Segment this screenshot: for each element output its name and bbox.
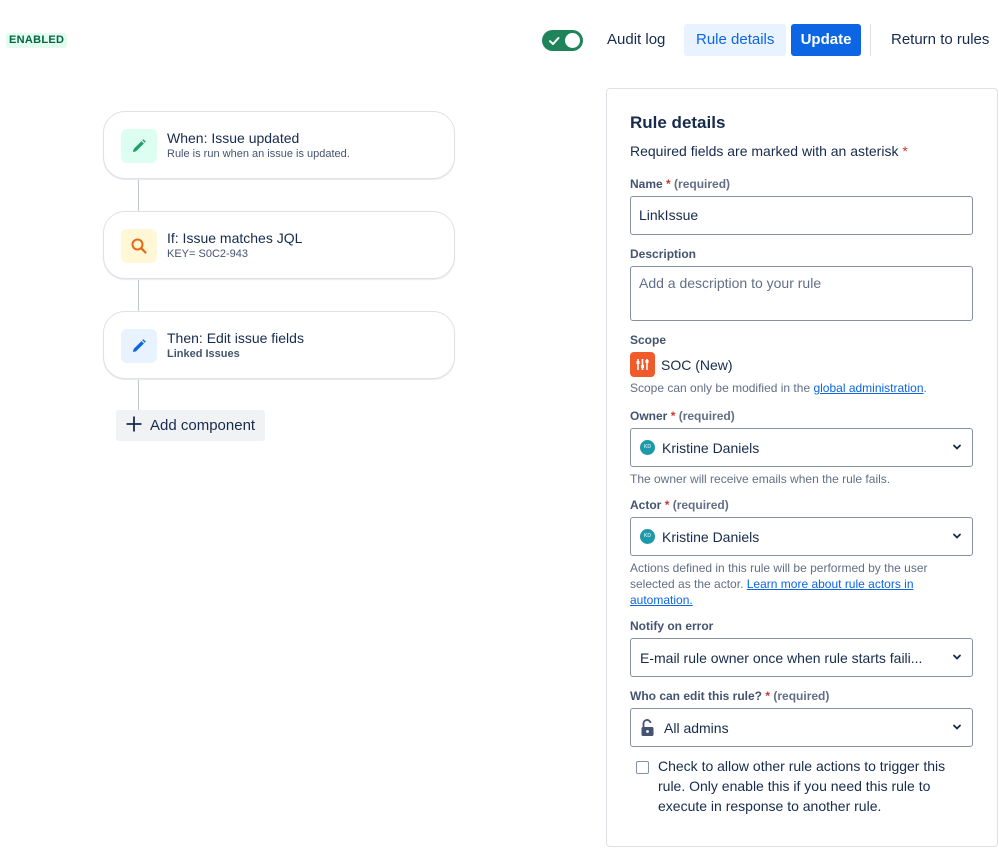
description-textarea[interactable]: Add a description to your rule [630, 266, 973, 321]
actor-label-text: Actor [630, 498, 662, 512]
plus-icon [125, 415, 143, 437]
asterisk: * [765, 689, 771, 703]
action-card[interactable]: Then: Edit issue fields Linked Issues [103, 311, 455, 379]
toggle-knob [565, 33, 580, 48]
asterisk: * [670, 409, 676, 423]
actor-help: Actions defined in this rule will be per… [630, 560, 960, 608]
owner-value: Kristine Daniels [662, 439, 760, 456]
who-can-edit-value: All admins [664, 719, 729, 736]
update-button[interactable]: Update [791, 24, 861, 56]
chevron-down-icon [951, 720, 963, 736]
chevron-down-icon [951, 650, 963, 666]
search-icon [121, 229, 157, 263]
asterisk: * [902, 143, 908, 159]
action-title: Then: Edit issue fields [167, 330, 304, 346]
avatar: KD [640, 529, 655, 544]
name-label-text: Name [630, 177, 663, 191]
check-icon [548, 34, 560, 52]
add-component-label: Add component [150, 417, 256, 434]
scope-project-name: SOC (New) [661, 357, 733, 373]
who-can-edit-label-text: Who can edit this rule? [630, 689, 763, 703]
global-administration-link[interactable]: global administration [813, 381, 923, 395]
rule-enabled-toggle[interactable] [542, 30, 583, 51]
notify-select[interactable]: E-mail rule owner once when rule starts … [630, 638, 973, 677]
notify-value: E-mail rule owner once when rule starts … [640, 649, 923, 666]
allow-trigger-checkbox[interactable] [636, 761, 649, 774]
pencil-icon [121, 129, 157, 163]
unlock-icon [640, 718, 655, 737]
owner-help: The owner will receive emails when the r… [630, 472, 891, 486]
required-text: (required) [773, 689, 830, 703]
required-note-text: Required fields are marked with an aster… [630, 143, 899, 159]
trigger-title: When: Issue updated [167, 130, 300, 146]
scope-help-suffix: . [923, 381, 927, 395]
condition-subtitle: KEY= S0C2-943 [167, 248, 249, 260]
rule-details-button[interactable]: Rule details [684, 24, 787, 56]
who-can-edit-label: Who can edit this rule? * (required) [630, 689, 829, 703]
owner-label-text: Owner [630, 409, 668, 423]
required-text: (required) [674, 177, 731, 191]
owner-select[interactable]: KD Kristine Daniels [630, 428, 973, 467]
pencil-icon [121, 329, 157, 363]
allow-trigger-label: Check to allow other rule actions to tri… [658, 758, 946, 814]
project-icon [630, 352, 655, 377]
action-subtitle: Linked Issues [167, 348, 240, 360]
scope-help: Scope can only be modified in the global… [630, 380, 927, 396]
flow-connector [138, 180, 139, 211]
description-label: Description [630, 247, 697, 261]
name-label: Name * (required) [630, 177, 730, 191]
trigger-card[interactable]: When: Issue updated Rule is run when an … [103, 111, 455, 179]
required-text: (required) [678, 409, 735, 423]
flow-connector [138, 380, 139, 410]
actor-value: Kristine Daniels [662, 528, 760, 545]
who-can-edit-select[interactable]: All admins [630, 708, 973, 747]
trigger-subtitle: Rule is run when an issue is updated. [167, 148, 350, 160]
add-component-button[interactable]: Add component [116, 410, 265, 441]
panel-title: Rule details [630, 113, 726, 132]
toolbar-divider [870, 24, 871, 56]
chevron-down-icon [951, 529, 963, 545]
notify-label: Notify on error [630, 619, 714, 633]
flow-connector [138, 280, 139, 311]
return-to-rules-button[interactable]: Return to rules [879, 24, 999, 56]
asterisk: * [664, 498, 670, 512]
asterisk: * [666, 177, 671, 191]
name-input[interactable]: LinkIssue [630, 196, 973, 235]
scope-help-text: Scope can only be modified in the [630, 381, 814, 395]
avatar: KD [640, 440, 655, 455]
status-badge: ENABLED [6, 33, 68, 48]
scope-label: Scope [630, 333, 667, 347]
actor-select[interactable]: KD Kristine Daniels [630, 517, 973, 556]
audit-log-button[interactable]: Audit log [595, 24, 677, 56]
required-note: Required fields are marked with an aster… [630, 143, 908, 159]
chevron-down-icon [951, 440, 963, 456]
required-text: (required) [672, 498, 729, 512]
condition-title: If: Issue matches JQL [167, 230, 303, 246]
owner-label: Owner * (required) [630, 409, 735, 423]
actor-label: Actor * (required) [630, 498, 729, 512]
condition-card[interactable]: If: Issue matches JQL KEY= S0C2-943 [103, 211, 455, 279]
